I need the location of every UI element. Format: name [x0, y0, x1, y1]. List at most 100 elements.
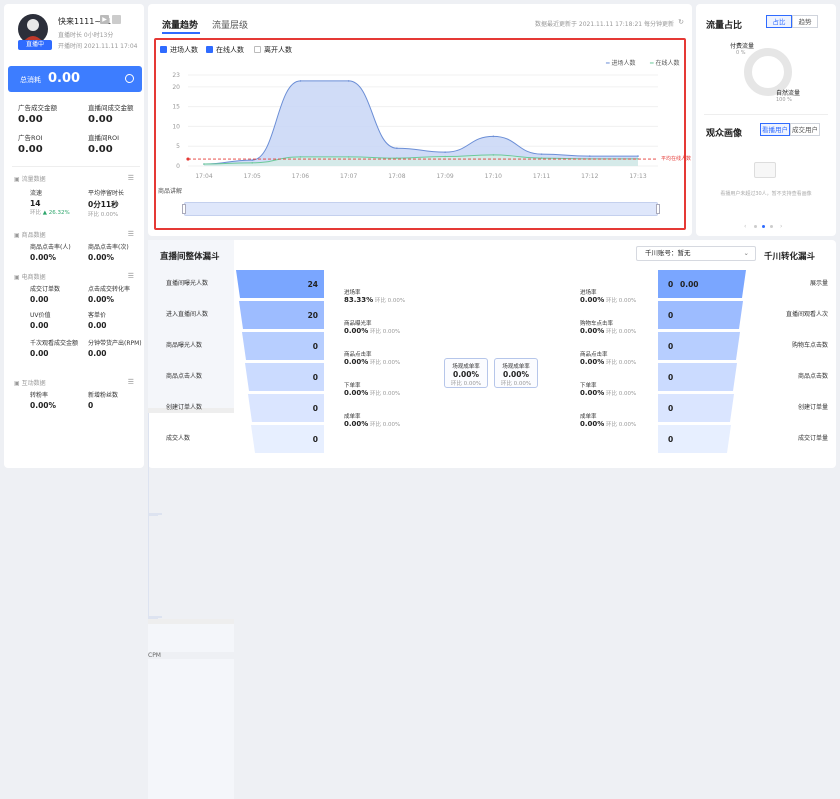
data-point: [251, 159, 254, 161]
avg-online-label: 平均在线人数 1: [661, 155, 692, 162]
funnel-left-value: 20: [307, 311, 318, 320]
funnel-right-label-bg: [148, 715, 234, 743]
funnel-left-label: 商品点击人数: [166, 373, 203, 380]
funnel-left-label: 成交人数: [166, 435, 191, 442]
funnel-left-value: 24: [307, 280, 318, 289]
total-spend-card: 总消耗 0.00: [8, 66, 142, 92]
funnel-right-value: 0: [668, 311, 674, 320]
ecommerce-section-icon: ▣: [14, 274, 22, 281]
funnel-left-label: 创建订单人数: [166, 404, 203, 411]
product-click-person-metric: 商品点击率(人) 0.00%: [30, 244, 71, 262]
live-deal-metric: 直播间成交金额 0.00: [88, 104, 134, 125]
filter-icon[interactable]: ☰: [128, 174, 134, 182]
funnel-right-value: 0: [668, 280, 674, 289]
funnel-left-rate: 商品点击率 0.00% 环比 0.00%: [344, 352, 401, 366]
clock-icon[interactable]: [125, 74, 134, 83]
funnel-right-label-bg: [148, 743, 234, 771]
avg-line-start-dot: [186, 157, 190, 161]
slider-handle-right[interactable]: [656, 204, 660, 214]
rpm-metric: 分钟带货产出(RPM) 0.00: [88, 340, 142, 358]
flow-section-icon: ▣: [14, 176, 22, 183]
empty-note: 看播用户未超过30人，暂不支持查看画像: [720, 191, 812, 197]
x-tick-label: 17:07: [340, 173, 357, 180]
new-fans-metric: 新增粉丝数 0: [88, 392, 119, 410]
live-status-badge: 直播中: [18, 40, 52, 50]
ratio-button[interactable]: 占比: [766, 15, 792, 28]
product-click-times-metric: 商品点击率(次) 0.00%: [88, 244, 129, 262]
slider-handle-left[interactable]: [182, 204, 186, 214]
x-tick-label: 17:05: [244, 173, 261, 180]
carousel-prev-icon[interactable]: ‹: [744, 223, 746, 230]
divider: [704, 114, 828, 115]
watch-user-button[interactable]: 看播用户: [760, 123, 790, 136]
data-point: [347, 80, 350, 82]
section-ecommerce: ▣ 电商数据: [14, 274, 46, 281]
data-point: [637, 155, 639, 157]
section-flow: ▣ 流量数据: [14, 176, 46, 183]
section-interaction: ▣ 互动数据: [14, 380, 46, 387]
series-area-enter: [204, 80, 638, 166]
y-tick-label: 5: [176, 143, 180, 150]
funnel-right-rate: 商品点击率 0.00% 环比 0.00%: [580, 352, 637, 366]
bracket-line: [148, 515, 158, 516]
play-icon[interactable]: ▶: [100, 15, 109, 24]
time-range-slider[interactable]: [182, 202, 660, 216]
x-tick-label: 17:12: [581, 173, 598, 180]
funnel-right-rate: 下单率 0.00% 环比 0.00%: [580, 383, 637, 397]
data-point: [203, 163, 205, 165]
funnel-left-label: 进入直播间人数: [166, 311, 209, 318]
filter-icon[interactable]: ☰: [128, 272, 134, 280]
data-point: [396, 157, 398, 159]
filter-icon[interactable]: ☰: [128, 378, 134, 386]
flow-speed-metric: 流速 14 环比 ▲ 26.32%: [30, 190, 70, 216]
total-spend-value: 0.00: [48, 71, 81, 86]
funnel-right-label: 成交订单量: [797, 435, 828, 442]
filter-icon[interactable]: ☰: [128, 230, 134, 238]
left-metrics-panel: 直播中 快来1111~01 ▶ 直播时长 0小时13分 开播时间 2021.11…: [4, 4, 144, 468]
data-point: [347, 156, 350, 158]
funnel-right-label-bg: [148, 687, 234, 715]
traffic-share-panel: 流量占比 占比 趋势 付费流量 0 % 自然流量 100 % 观众画像 看播用户…: [696, 4, 836, 236]
carousel-dot[interactable]: [754, 225, 757, 228]
cpm-unit: CPM: [148, 652, 161, 659]
natural-traffic-label: 自然流量: [776, 90, 801, 97]
y-tick-label: 10: [172, 123, 180, 130]
uv-value-metric: UV价值 0.00: [30, 312, 51, 330]
deal-user-button[interactable]: 成交用户: [790, 123, 820, 136]
trend-button[interactable]: 趋势: [792, 15, 818, 28]
x-tick-label: 17:08: [388, 173, 405, 180]
x-tick-label: 17:09: [436, 173, 453, 180]
funnel-right-label: 直播间观看人次: [785, 311, 828, 318]
y-tick-label: 15: [172, 104, 180, 111]
funnel-right-rate: 进场率 0.00% 环比 0.00%: [580, 290, 637, 304]
traffic-trend-panel: 流量趋势 流量层级 数据最近更新于 2021.11.11 17:18:21 每分…: [148, 4, 692, 236]
start-time: 开播时间 2021.11.11 17:04: [58, 43, 138, 50]
empty-state-icon: [754, 162, 776, 178]
funnel-right-value: 0: [668, 342, 674, 351]
funnel-right-label: 商品点击数: [797, 373, 828, 380]
natural-traffic-value: 100 %: [776, 97, 792, 103]
total-spend-label: 总消耗: [20, 76, 41, 84]
funnel-right-label: 展示量: [809, 280, 828, 287]
funnel-right-value: 0: [668, 373, 674, 382]
x-tick-label: 17:10: [485, 173, 502, 180]
funnel-left-rate: 下单率 0.00% 环比 0.00%: [344, 383, 401, 397]
data-point: [299, 156, 302, 158]
stay-time-metric: 平均停留时长 0分11秒 环比 0.00%: [88, 190, 125, 218]
product-section-icon: ▣: [14, 232, 22, 239]
funnel-left-value: 0: [312, 373, 318, 382]
qrcode-icon[interactable]: [112, 15, 121, 24]
carousel-dot[interactable]: [770, 225, 773, 228]
data-point: [492, 135, 495, 138]
funnel-left-value: 0: [312, 342, 318, 351]
carousel-next-icon[interactable]: ›: [780, 223, 782, 230]
cpm-value: 0.00: [680, 280, 699, 289]
funnel-left-rate: 进场率 83.33% 环比 0.00%: [344, 290, 406, 304]
overall-conversion-box: 场观成单率 0.00% 环比 0.00%: [444, 358, 488, 388]
data-point: [444, 155, 446, 158]
funnel-right-value: 0: [668, 435, 674, 444]
funnel-left-label: 商品曝光人数: [166, 342, 203, 349]
carousel-dot-active[interactable]: [762, 225, 765, 228]
funnel-left-value: 0: [312, 404, 318, 413]
product-explain-label: 商品讲解: [158, 188, 183, 195]
